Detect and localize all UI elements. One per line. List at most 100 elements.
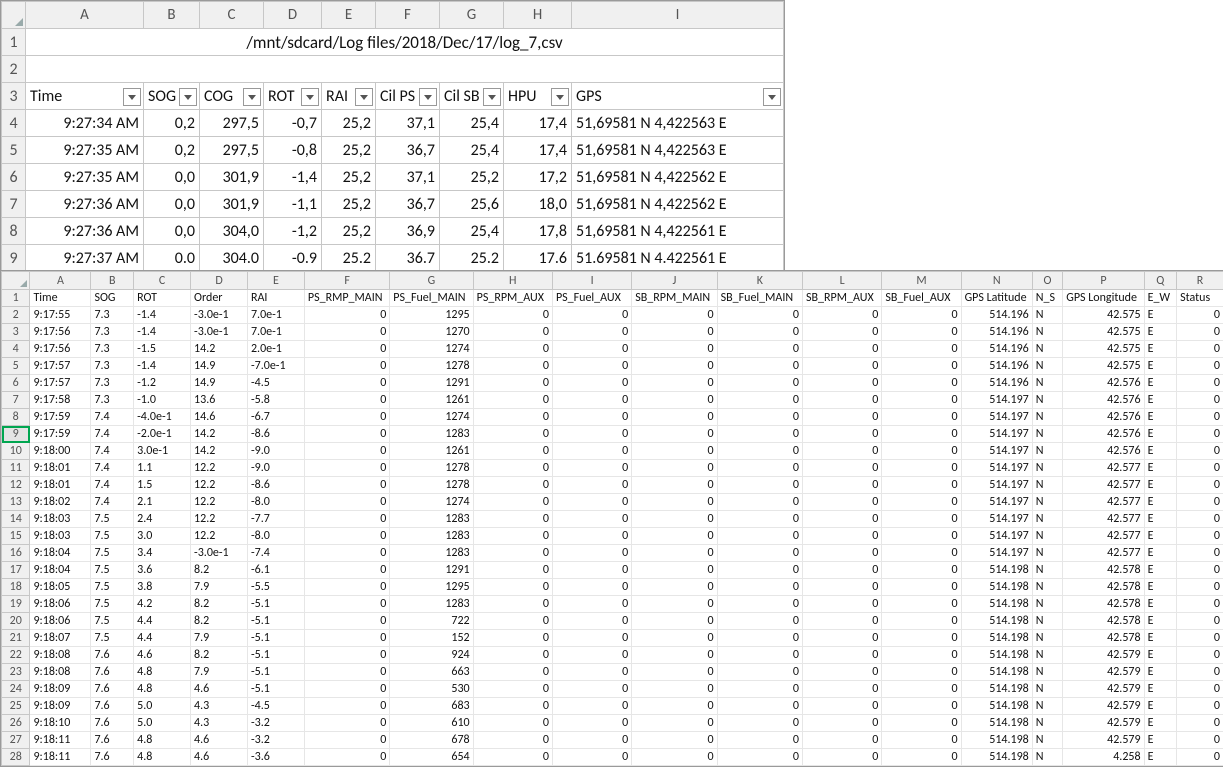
cell-rot[interactable]: -1,4 <box>264 164 322 191</box>
filter-dropdown-icon[interactable] <box>551 88 569 106</box>
col-header[interactable]: B <box>91 272 134 290</box>
cell[interactable]: 0 <box>882 647 961 664</box>
cell[interactable]: 8.2 <box>191 613 248 630</box>
cell[interactable]: 0 <box>803 545 882 562</box>
empty-cell[interactable] <box>26 56 784 83</box>
header-cell[interactable]: N_S <box>1032 290 1062 307</box>
cell[interactable]: 0 <box>304 528 389 545</box>
cell[interactable]: 42.578 <box>1063 562 1144 579</box>
cell[interactable]: 7.6 <box>91 681 134 698</box>
cell[interactable]: 0 <box>1177 715 1223 732</box>
header-cell[interactable]: PS_RPM_AUX <box>473 290 552 307</box>
cell[interactable]: 14.6 <box>191 409 248 426</box>
cell-time[interactable]: 9:27:34 AM <box>26 110 144 137</box>
filter-dropdown-icon[interactable] <box>243 88 261 106</box>
row-header[interactable]: 15 <box>2 528 30 545</box>
cell[interactable]: 1.1 <box>134 460 191 477</box>
cell[interactable]: 4.6 <box>191 749 248 766</box>
cell[interactable]: 1278 <box>390 358 473 375</box>
cell[interactable]: 0 <box>473 613 552 630</box>
cell[interactable]: 514.196 <box>961 375 1032 392</box>
cell[interactable]: 0 <box>882 324 961 341</box>
cell[interactable]: 0 <box>717 528 802 545</box>
cell[interactable]: 7.3 <box>91 358 134 375</box>
cell[interactable]: 0 <box>632 732 717 749</box>
row-header[interactable]: 16 <box>2 545 30 562</box>
header-cell[interactable]: Order <box>191 290 248 307</box>
cell[interactable]: 514.197 <box>961 460 1032 477</box>
cell[interactable]: E <box>1144 375 1177 392</box>
cell[interactable]: 0 <box>1177 426 1223 443</box>
cell[interactable]: 0 <box>473 358 552 375</box>
cell[interactable]: 678 <box>390 732 473 749</box>
cell[interactable]: 0 <box>717 477 802 494</box>
cell[interactable]: 0 <box>882 732 961 749</box>
col-header[interactable]: O <box>1032 272 1062 290</box>
header-cell[interactable]: Status <box>1177 290 1223 307</box>
cell-cilsb[interactable]: 25,2 <box>440 164 504 191</box>
cell[interactable]: 42.576 <box>1063 392 1144 409</box>
header-cell[interactable]: E_W <box>1144 290 1177 307</box>
cell[interactable]: 7.5 <box>91 596 134 613</box>
cell[interactable]: 0 <box>717 630 802 647</box>
row-header[interactable]: 9 <box>2 245 26 272</box>
cell[interactable]: 0 <box>552 630 631 647</box>
cell[interactable]: 0 <box>1177 392 1223 409</box>
cell[interactable]: 0 <box>473 698 552 715</box>
cell[interactable]: 0 <box>304 545 389 562</box>
cell[interactable]: 0 <box>717 596 802 613</box>
cell[interactable]: -9.0 <box>247 443 304 460</box>
cell[interactable]: 7.6 <box>91 698 134 715</box>
cell[interactable]: 0 <box>304 460 389 477</box>
cell-sog[interactable]: 0,0 <box>144 191 200 218</box>
cell[interactable]: 0 <box>304 596 389 613</box>
cell[interactable]: 0 <box>1177 307 1223 324</box>
cell[interactable]: 42.576 <box>1063 426 1144 443</box>
cell-hpu[interactable]: 17.6 <box>504 245 572 272</box>
header-cell[interactable]: PS_Fuel_MAIN <box>390 290 473 307</box>
cell[interactable]: 0 <box>632 715 717 732</box>
cell[interactable]: 654 <box>390 749 473 766</box>
cell[interactable]: -1.0 <box>134 392 191 409</box>
cell[interactable]: -1.4 <box>134 307 191 324</box>
row-header[interactable]: 21 <box>2 630 30 647</box>
cell[interactable]: 42.577 <box>1063 511 1144 528</box>
cell[interactable]: N <box>1032 494 1062 511</box>
cell[interactable]: 7.5 <box>91 579 134 596</box>
cell[interactable]: -9.0 <box>247 460 304 477</box>
header-cell[interactable]: SB_Fuel_AUX <box>882 290 961 307</box>
cell[interactable]: -5.1 <box>247 681 304 698</box>
cell[interactable]: -6.1 <box>247 562 304 579</box>
cell[interactable]: 722 <box>390 613 473 630</box>
cell-rai[interactable]: 25.2 <box>322 245 376 272</box>
cell[interactable]: 0 <box>632 596 717 613</box>
cell[interactable]: 530 <box>390 681 473 698</box>
cell[interactable]: 5.0 <box>134 715 191 732</box>
cell[interactable]: 12.2 <box>191 528 248 545</box>
col-header[interactable]: H <box>473 272 552 290</box>
cell[interactable]: 14.2 <box>191 443 248 460</box>
col-header[interactable]: G <box>440 2 504 29</box>
cell[interactable]: 0 <box>632 341 717 358</box>
cell[interactable]: 0 <box>1177 749 1223 766</box>
cell[interactable]: 0 <box>552 460 631 477</box>
cell[interactable]: 514.198 <box>961 579 1032 596</box>
cell[interactable]: N <box>1032 613 1062 630</box>
cell[interactable]: 7.6 <box>91 715 134 732</box>
cell[interactable]: 0 <box>473 749 552 766</box>
cell[interactable]: 7.6 <box>91 664 134 681</box>
cell[interactable]: 9:18:06 <box>30 596 91 613</box>
row-header[interactable]: 8 <box>2 218 26 245</box>
cell[interactable]: 514.196 <box>961 307 1032 324</box>
cell[interactable]: 8.2 <box>191 562 248 579</box>
cell[interactable]: 7.9 <box>191 630 248 647</box>
cell[interactable]: 514.197 <box>961 528 1032 545</box>
cell[interactable]: 0 <box>803 596 882 613</box>
filter-header-cilps[interactable]: Cil PS <box>376 83 440 110</box>
cell[interactable]: 12.2 <box>191 460 248 477</box>
cell[interactable]: 0 <box>882 749 961 766</box>
cell[interactable]: 0 <box>473 545 552 562</box>
cell[interactable]: 9:17:56 <box>30 341 91 358</box>
filter-dropdown-icon[interactable] <box>419 88 437 106</box>
cell[interactable]: 0 <box>552 647 631 664</box>
